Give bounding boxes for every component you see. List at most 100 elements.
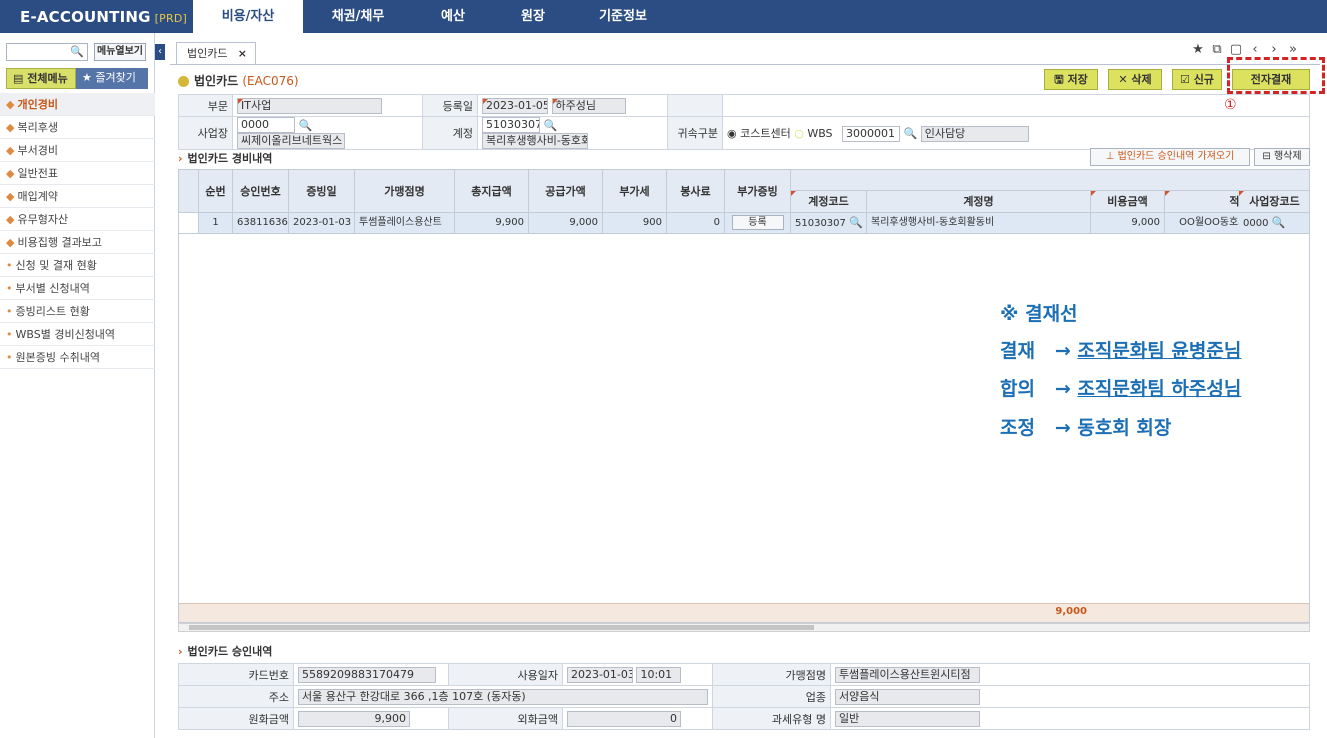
top-menu-master[interactable]: 기준정보	[573, 0, 673, 33]
sidebar-item-expense-report[interactable]: ◆ 비용집행 결과보고	[0, 231, 155, 254]
col-account-name[interactable]: 계정명	[867, 191, 1091, 213]
attr-cell: ◉ 코스트센터 ○ WBS 3000001 🔍 인사담당	[722, 116, 1310, 150]
reg-date-field[interactable]: 2023-01-05	[482, 97, 548, 114]
col-account-code[interactable]: 계정코드	[791, 191, 867, 213]
cost-center-code-input[interactable]: 3000001	[842, 125, 901, 142]
col-date[interactable]: 증빙일	[289, 170, 355, 213]
cell-approval-no[interactable]: 63811636	[233, 213, 289, 234]
address-label: 주소	[178, 685, 294, 708]
bullet-icon: •	[6, 328, 13, 341]
wbs-radio[interactable]: ○	[794, 127, 804, 140]
cell-account-name[interactable]: 복리후생행사비-동호회활동비	[867, 213, 1091, 234]
sidebar-item-general-voucher[interactable]: ◆ 일반전표	[0, 162, 155, 185]
search-icon[interactable]: 🔍	[70, 45, 84, 58]
cell-service[interactable]: 0	[667, 213, 725, 234]
cell-cost[interactable]: 9,000	[1091, 213, 1165, 234]
cell-seq[interactable]: 1	[199, 213, 233, 234]
col-service[interactable]: 봉사료	[667, 170, 725, 213]
import-approvals-label: 법인카드 승인내역 가져오기	[1117, 151, 1235, 162]
col-total[interactable]: 총지급액	[455, 170, 529, 213]
sidebar-item-dept-requests[interactable]: • 부서별 신청내역	[0, 277, 155, 300]
sidebar-item-approval-status[interactable]: • 신청 및 결재 현황	[0, 254, 155, 277]
grid-footer: 9,000	[179, 603, 1309, 622]
dept-field[interactable]: IT사업	[237, 97, 382, 114]
row-delete-icon: ⊟	[1262, 151, 1271, 162]
site-lookup-icon[interactable]: 🔍	[1272, 213, 1286, 233]
approval-line-heading: ※ 결재선	[1000, 303, 1078, 325]
approval-line-3-type: 조정	[1000, 417, 1035, 439]
account-search-icon[interactable]: 🔍	[544, 119, 558, 132]
sidebar-item-evidence-list[interactable]: • 증빙리스트 현황	[0, 300, 155, 323]
favorite-star-icon[interactable]: ★	[1190, 42, 1206, 57]
prev-tab-icon[interactable]: ‹	[1247, 42, 1263, 57]
sidebar-item-label: 원본증빙 수취내역	[15, 351, 100, 364]
save-button[interactable]: 🖫 저장	[1044, 69, 1098, 90]
app-logo[interactable]: E-ACCOUNTING [PRD]	[20, 8, 187, 26]
approval-line-3-target: 동호회 회장	[1077, 417, 1172, 439]
cost-center-radio[interactable]: ◉	[727, 127, 737, 140]
top-menu-receivable[interactable]: 채권/채무	[303, 0, 413, 33]
dept-label: 부문	[178, 94, 233, 117]
sidebar-item-label: 유무형자산	[17, 213, 69, 226]
scrollbar-thumb[interactable]	[189, 625, 814, 630]
col-evidence[interactable]: 부가증빙	[725, 170, 791, 213]
cell-total[interactable]: 9,900	[455, 213, 529, 234]
col-merchant[interactable]: 가맹점명	[355, 170, 455, 213]
site-search-icon[interactable]: 🔍	[299, 119, 313, 132]
col-site-code[interactable]: 사업장코드	[1239, 191, 1309, 213]
site-name-field: 씨제이올리브네트웍스	[237, 133, 345, 149]
evidence-register-button[interactable]: 등록	[731, 215, 784, 230]
sidebar-item-welfare[interactable]: ◆ 복리후생	[0, 116, 155, 139]
grid-horizontal-scrollbar[interactable]	[178, 623, 1310, 632]
account-code-input[interactable]: 51030307	[482, 117, 540, 133]
cell-merchant[interactable]: 투썸플레이스용산트	[355, 213, 455, 234]
col-approval-no[interactable]: 승인번호	[233, 170, 289, 213]
col-supply[interactable]: 공급가액	[529, 170, 603, 213]
sidebar-item-personal-expense[interactable]: ◆ 개인경비	[0, 93, 155, 116]
cc-search-icon[interactable]: 🔍	[904, 127, 918, 140]
top-menu-ledger[interactable]: 원장	[493, 0, 573, 33]
import-approvals-button[interactable]: ⊥ 법인카드 승인내역 가져오기	[1090, 148, 1250, 166]
col-vat[interactable]: 부가세	[603, 170, 667, 213]
cell-date[interactable]: 2023-01-03	[289, 213, 355, 234]
delete-button[interactable]: ✕ 삭제	[1108, 69, 1162, 90]
sidebar-item-label: 증빙리스트 현황	[15, 305, 90, 318]
tab-corporate-card[interactable]: 법인카드 ×	[176, 42, 256, 64]
site-code-input[interactable]: 0000	[237, 117, 295, 133]
tab-list-icon[interactable]: »	[1285, 42, 1301, 57]
all-menu-button[interactable]: ▤ 전체메뉴	[6, 68, 76, 89]
row-delete-button[interactable]: ⊟ 행삭제	[1254, 148, 1310, 166]
next-tab-icon[interactable]: ›	[1266, 42, 1282, 57]
sidebar-collapse-icon[interactable]: ‹	[155, 44, 165, 60]
top-menu-expense[interactable]: 비용/자산	[193, 0, 303, 33]
sidebar-item-dept-expense[interactable]: ◆ 부서경비	[0, 139, 155, 162]
top-menu-budget[interactable]: 예산	[413, 0, 493, 33]
new-window-icon[interactable]: ⧉	[1209, 42, 1225, 57]
sidebar: 🔍 메뉴열보기 ▤ 전체메뉴 ★ 즐겨찾기 ◆ 개인경비 ◆ 복리후생 ◆ 부서경비 …	[0, 33, 155, 738]
registrant-field[interactable]: 하주성님	[551, 97, 626, 114]
sidebar-search-input[interactable]: 🔍	[6, 43, 88, 61]
menu-view-button[interactable]: 메뉴열보기	[94, 43, 146, 61]
row-selector[interactable]	[179, 213, 199, 234]
sidebar-item-assets[interactable]: ◆ 유무형자산	[0, 208, 155, 231]
chevron-right-icon: ›	[178, 645, 183, 658]
col-cost[interactable]: 비용금액	[1091, 191, 1165, 213]
new-button[interactable]: ☑ 신규	[1172, 69, 1222, 90]
grid-corner	[179, 170, 199, 213]
sidebar-item-purchase-contract[interactable]: ◆ 매입계약	[0, 185, 155, 208]
favorites-button[interactable]: ★ 즐겨찾기	[76, 68, 148, 89]
tab-close-icon[interactable]: ×	[238, 43, 247, 64]
approval-line-1: 결재 → 조직문화팀 윤병준님	[1000, 336, 1241, 363]
sidebar-item-original-evidence[interactable]: • 원본증빙 수취내역	[0, 346, 155, 369]
use-time-field: 10:01	[636, 666, 682, 683]
expense-section-title: › 법인카드 경비내역	[178, 150, 272, 166]
cell-account-code[interactable]: 51030307 🔍	[791, 213, 867, 234]
cell-supply[interactable]: 9,000	[529, 213, 603, 234]
bullet-icon: ◆	[6, 190, 15, 203]
account-lookup-icon[interactable]: 🔍	[849, 213, 863, 233]
col-seq[interactable]: 순번	[199, 170, 233, 213]
sidebar-item-wbs-expense[interactable]: • WBS별 경비신청내역	[0, 323, 155, 346]
cell-vat[interactable]: 900	[603, 213, 667, 234]
cell-site-code[interactable]: 0000 🔍	[1239, 213, 1309, 234]
popup-icon[interactable]: ▢	[1228, 42, 1244, 57]
